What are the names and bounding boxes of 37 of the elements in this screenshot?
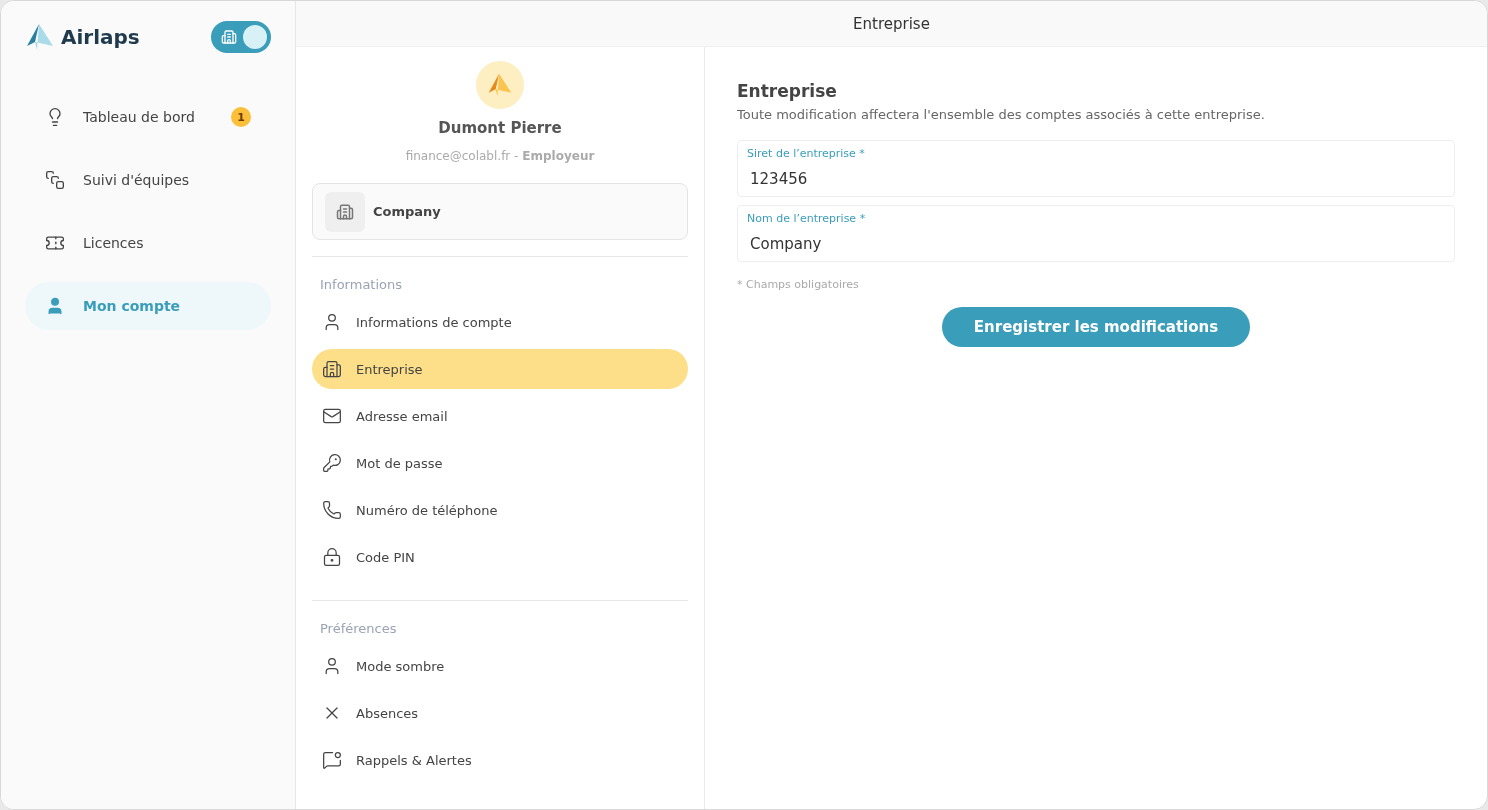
sidebar-item[interactable]: Licences [25, 219, 271, 267]
required-note: * Champs obligatoires [737, 278, 860, 291]
building-icon [221, 29, 237, 45]
profile-email: finance@colabl.fr - Employeur [405, 149, 595, 163]
section-title: Informations [319, 276, 404, 294]
key-icon [322, 453, 342, 473]
menu-item[interactable]: Mot de passe [312, 443, 688, 483]
mode-toggle[interactable] [211, 21, 271, 53]
menu-item[interactable]: Adresse email [312, 396, 688, 436]
phone-icon [322, 500, 342, 520]
menu-item[interactable]: Informations de compte [312, 302, 688, 342]
brand-name: Airlaps [61, 25, 140, 49]
field-label: Siret de l’entreprise * [747, 147, 865, 160]
mail-icon [322, 406, 342, 426]
menu-item[interactable]: Absences [312, 693, 688, 733]
building-icon [322, 359, 342, 379]
menu-item[interactable]: Numéro de téléphone [312, 490, 688, 530]
profile-name: Dumont Pierre [438, 119, 562, 137]
section-title: Préférences [319, 620, 398, 638]
menu-item[interactable]: Rappels & Alertes [312, 740, 688, 780]
menu-item[interactable]: Entreprise [312, 349, 688, 389]
avatar-logo-icon [487, 72, 513, 98]
lock-icon [322, 547, 342, 567]
menu-item[interactable]: Code PIN [312, 537, 688, 577]
notification-badge: 1 [231, 107, 251, 127]
notification-square-icon [322, 750, 342, 770]
form-description: Toute modification affectera l'ensemble des comptes associés à cette entreprise. [737, 107, 1266, 122]
menu-item[interactable]: Mode sombre [312, 646, 688, 686]
company-card[interactable]: Company [312, 183, 688, 240]
page-title: Entreprise [296, 1, 1487, 47]
sidebar-item[interactable]: Tableau de bord 1 [25, 93, 271, 141]
form-title: Entreprise [737, 81, 838, 101]
sidebar-item[interactable]: Suivi d'équipes [25, 156, 271, 204]
field-label: Nom de l’entreprise * [747, 212, 866, 225]
stacked-cards-icon [45, 170, 65, 190]
building-icon [325, 191, 365, 232]
company-name: Company [373, 204, 441, 219]
